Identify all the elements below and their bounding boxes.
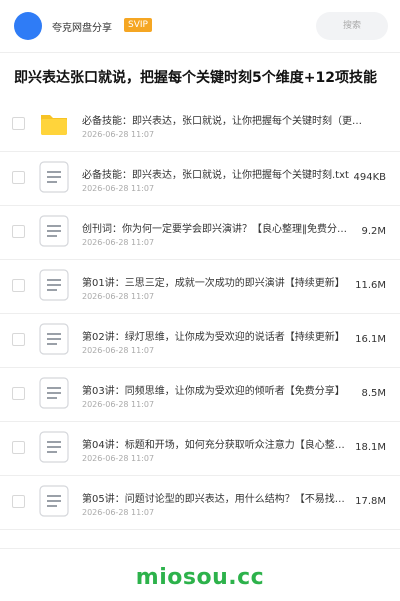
file-date: 2026-06-28 11:07 <box>82 184 155 193</box>
file-size: 11.6M <box>353 280 386 291</box>
file-name[interactable]: 第01讲：三思三定，成就一次成功的即兴演讲【持续更新】 <box>82 274 354 289</box>
row-checkbox[interactable] <box>12 441 25 454</box>
file-row[interactable]: 第05讲：问题讨论型的即兴表达，用什么结构？【不易找到】 2026-06-28 … <box>0 476 400 530</box>
file-name[interactable]: 第02讲：绿灯思维，让你成为受欢迎的说话者【持续更新】 <box>82 328 354 343</box>
file-list: 必备技能：即兴表达，张口就说，让你把握每个关键时刻（更新中） 2026-06-2… <box>0 98 400 530</box>
row-checkbox[interactable] <box>12 387 25 400</box>
file-size: 18.1M <box>353 442 386 453</box>
file-row[interactable]: 第03讲：同频思维，让你成为受欢迎的倾听者【免费分享】 2026-06-28 1… <box>0 368 400 422</box>
document-icon <box>39 485 69 517</box>
file-name[interactable]: 必备技能：即兴表达，张口就说，让你把握每个关键时刻.txt <box>82 166 354 181</box>
file-date: 2026-06-28 11:07 <box>82 346 155 355</box>
row-checkbox[interactable] <box>12 117 25 130</box>
page-title: 即兴表达张口就说，把握每个关键时刻5个维度+12项技能 <box>14 70 377 86</box>
file-name[interactable]: 创刊词：你为何一定要学会即兴演讲？【良心整理‖免费分享】 <box>82 220 354 235</box>
folder-icon <box>41 115 67 135</box>
file-row[interactable]: 第04讲：标题和开场，如何充分获取听众注意力【良心整理】 2026-06-28 … <box>0 422 400 476</box>
avatar[interactable] <box>14 12 42 40</box>
file-row[interactable]: 第01讲：三思三定，成就一次成功的即兴演讲【持续更新】 2026-06-28 1… <box>0 260 400 314</box>
header: 夸克网盘分享 SVIP 搜索 <box>0 0 400 52</box>
username[interactable]: 夸克网盘分享 <box>52 19 112 34</box>
document-icon <box>39 377 69 409</box>
row-checkbox[interactable] <box>12 279 25 292</box>
file-date: 2026-06-28 11:07 <box>82 238 155 247</box>
file-size: 9.2M <box>359 226 386 237</box>
file-date: 2026-06-28 11:07 <box>82 400 155 409</box>
row-checkbox[interactable] <box>12 333 25 346</box>
file-name[interactable]: 第03讲：同频思维，让你成为受欢迎的倾听者【免费分享】 <box>82 382 354 397</box>
file-row[interactable]: 必备技能：即兴表达，张口就说，让你把握每个关键时刻（更新中） 2026-06-2… <box>0 98 400 152</box>
svip-badge: SVIP <box>124 18 152 32</box>
file-name[interactable]: 第04讲：标题和开场，如何充分获取听众注意力【良心整理】 <box>82 436 354 451</box>
search-input[interactable]: 搜索 <box>316 12 388 40</box>
file-size: 494KB <box>351 172 386 183</box>
document-icon <box>39 431 69 463</box>
file-name[interactable]: 必备技能：即兴表达，张口就说，让你把握每个关键时刻（更新中） <box>82 112 370 127</box>
file-date: 2026-06-28 11:07 <box>82 130 155 139</box>
title-bar: 即兴表达张口就说，把握每个关键时刻5个维度+12项技能 <box>0 52 400 100</box>
row-checkbox[interactable] <box>12 225 25 238</box>
file-date: 2026-06-28 11:07 <box>82 292 155 301</box>
row-checkbox[interactable] <box>12 171 25 184</box>
site-brand[interactable]: miosou.cc <box>0 565 400 590</box>
file-date: 2026-06-28 11:07 <box>82 508 155 517</box>
file-date: 2026-06-28 11:07 <box>82 454 155 463</box>
document-icon <box>39 215 69 247</box>
file-row[interactable]: 创刊词：你为何一定要学会即兴演讲？【良心整理‖免费分享】 2026-06-28 … <box>0 206 400 260</box>
file-row[interactable]: 必备技能：即兴表达，张口就说，让你把握每个关键时刻.txt 2026-06-28… <box>0 152 400 206</box>
document-icon <box>39 161 69 193</box>
file-size: 8.5M <box>359 388 386 399</box>
row-checkbox[interactable] <box>12 495 25 508</box>
document-icon <box>39 269 69 301</box>
file-size: 16.1M <box>353 334 386 345</box>
document-icon <box>39 323 69 355</box>
footer: miosou.cc <box>0 548 400 601</box>
file-name[interactable]: 第05讲：问题讨论型的即兴表达，用什么结构？【不易找到】 <box>82 490 354 505</box>
file-size: 17.8M <box>353 496 386 507</box>
file-row[interactable]: 第02讲：绿灯思维，让你成为受欢迎的说话者【持续更新】 2026-06-28 1… <box>0 314 400 368</box>
